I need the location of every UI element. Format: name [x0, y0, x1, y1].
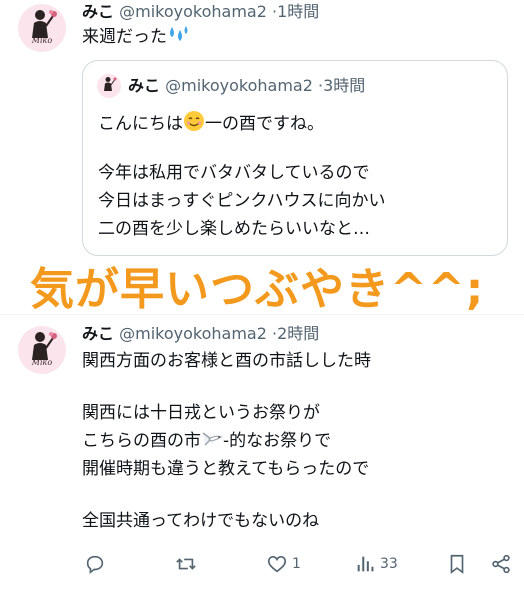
quote-time: 3時間	[323, 76, 366, 95]
views-icon	[357, 556, 374, 572]
quote-author-name: みこ	[128, 76, 161, 95]
bookmark-icon	[450, 554, 464, 574]
quote-line-1: こんにちは 一の酉ですね。	[98, 110, 324, 140]
quote-line-1-start: こんにちは	[98, 114, 183, 134]
tweet2-line-3-start: こちらの酉の市	[82, 431, 201, 451]
tweet2-line-2: 関西には十日戎というお祭りが	[82, 403, 320, 423]
reply-icon	[86, 555, 104, 574]
sweat-droplets-icon	[167, 25, 189, 53]
avatar[interactable]: Miko	[18, 4, 66, 52]
quote-author-handle: @mikoyokohama2	[165, 76, 313, 95]
tweet2-line-4: 開催時期も違うと教えてもらったので	[82, 459, 370, 479]
flying-bird-icon	[201, 429, 223, 457]
author-name[interactable]: みこ	[82, 324, 114, 343]
views-button[interactable]: 33	[354, 552, 398, 576]
views-count: 33	[380, 556, 398, 572]
reply-button[interactable]	[84, 552, 106, 576]
retweet-button[interactable]	[174, 552, 198, 576]
tweet2-line-3-end: -的なお祭りで	[223, 431, 332, 451]
quote-header: みこ @mikoyokohama2 ·3時間	[128, 76, 365, 96]
quote-avatar	[97, 74, 121, 98]
avatar-label: Miko	[31, 36, 53, 45]
quote-line-2: 今年は私用でバタバタしているので	[98, 163, 370, 183]
tweet2-line-3: こちらの酉の市 -的なお祭りで	[82, 428, 331, 457]
tweet2-line-5: 全国共通ってわけでもないのね	[82, 511, 320, 531]
tweet2-line-1: 関西方面のお客様と酉の市話しした時	[82, 351, 371, 371]
avatar-label: Miko	[31, 358, 53, 367]
retweet-icon	[176, 558, 196, 570]
author-handle[interactable]: @mikoyokohama2	[119, 324, 267, 343]
like-count: 1	[292, 556, 301, 572]
smiling-face-icon	[183, 110, 205, 140]
tweet-divider	[0, 314, 524, 315]
author-handle[interactable]: @mikoyokohama2	[119, 2, 267, 21]
quote-line-1-end: 一の酉ですね。	[205, 114, 324, 134]
share-button[interactable]	[490, 552, 512, 576]
tweet-time[interactable]: 1時間	[277, 2, 319, 21]
tweet1-text-content: 来週だった	[82, 27, 167, 47]
author-name[interactable]: みこ	[82, 2, 114, 21]
bookmark-button[interactable]	[446, 552, 468, 576]
overlay-caption: 気が早いつぶやき^^;	[30, 264, 485, 315]
quote-line-4: 二の酉を少し楽しめたらいいなと…	[98, 219, 370, 239]
avatar-figure-icon	[104, 77, 117, 91]
tweet2-header: みこ @mikoyokohama2 ·2時間	[82, 324, 319, 344]
share-icon	[492, 554, 510, 574]
heart-icon	[267, 556, 287, 573]
tweet1-text: 来週だった	[82, 24, 189, 53]
like-button[interactable]: 1	[266, 552, 301, 576]
avatar[interactable]: Miko	[18, 326, 66, 374]
tweet1-header: みこ @mikoyokohama2 ·1時間	[82, 2, 319, 22]
tweet-time[interactable]: 2時間	[277, 324, 319, 343]
quote-line-3: 今日はまっすぐピンクハウスに向かい	[98, 191, 386, 211]
